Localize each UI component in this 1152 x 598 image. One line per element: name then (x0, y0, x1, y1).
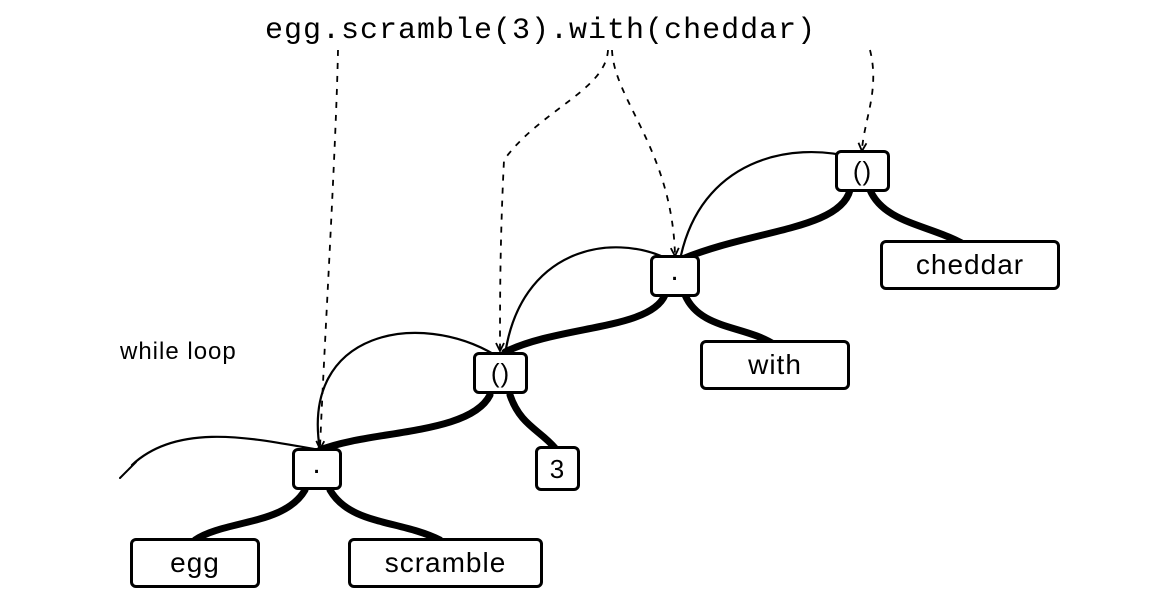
node-call-1: () (473, 352, 528, 394)
node-three: 3 (535, 446, 580, 491)
expression-title: egg.scramble(3).with(cheddar) (265, 14, 816, 48)
node-dot-2: . (650, 255, 700, 297)
node-with: with (700, 340, 850, 390)
node-scramble: scramble (348, 538, 543, 588)
connectors (0, 0, 1152, 598)
node-call-2: () (835, 150, 890, 192)
node-cheddar: cheddar (880, 240, 1060, 290)
while-loop-annotation: while loop (120, 338, 237, 366)
node-egg: egg (130, 538, 260, 588)
node-dot-1: . (292, 448, 342, 490)
diagram-stage: egg.scramble(3).with(cheddar) while loop… (0, 0, 1152, 598)
